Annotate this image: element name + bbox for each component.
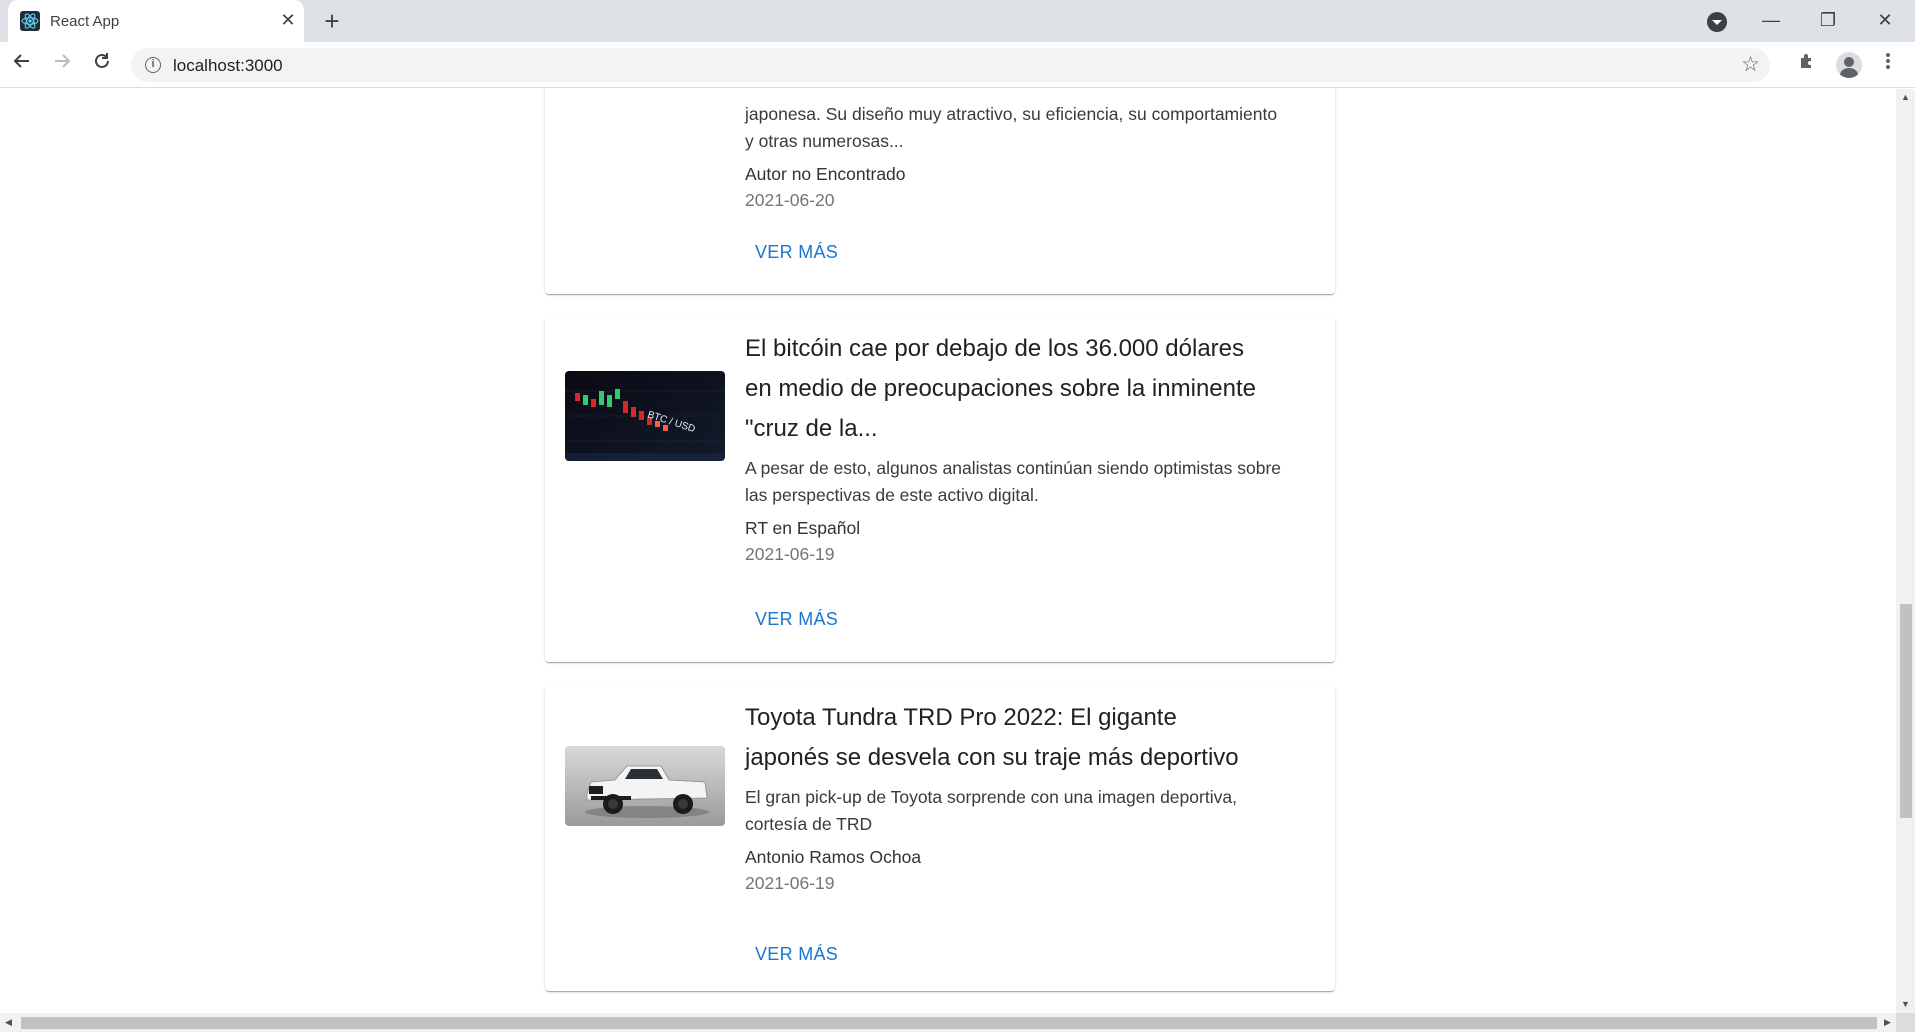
react-favicon-icon: [20, 11, 40, 31]
card-content: El bitcóin cae por debajo de los 36.000 …: [745, 329, 1315, 567]
ver-mas-button[interactable]: VER MÁS: [745, 236, 848, 269]
card-date: 2021-06-20: [745, 190, 835, 210]
scroll-left-icon[interactable]: ◀: [0, 1013, 17, 1032]
new-tab-button[interactable]: +: [318, 8, 346, 36]
card-author: Antonio Ramos Ochoa: [745, 847, 922, 867]
horizontal-scrollbar[interactable]: ◀ ▶: [0, 1013, 1896, 1032]
card-image[interactable]: BTC / USD: [565, 371, 725, 461]
star-icon[interactable]: ☆: [1741, 52, 1760, 77]
card-author: Autor no Encontrado: [745, 164, 906, 184]
card-description-line: las perspectivas de este activo digital.: [745, 485, 1039, 505]
card-title[interactable]: Toyota Tundra TRD Pro 2022: El gigante j…: [745, 698, 1315, 778]
tab-strip: React App ✕ + — ❐ ✕: [0, 0, 1915, 42]
close-window-button[interactable]: ✕: [1857, 0, 1913, 42]
horizontal-scroll-thumb[interactable]: [21, 1017, 1877, 1029]
news-card: Toyota Tundra TRD Pro 2022: El gigante j…: [545, 686, 1335, 991]
card-description-line: cortesía de TRD: [745, 814, 873, 834]
card-description-line: El gran pick-up de Toyota sorprende con …: [745, 787, 1237, 807]
extensions-icon[interactable]: [1793, 51, 1821, 79]
card-description-line: y otras numerosas...: [745, 131, 904, 151]
card-title-line: japonés se desvela con su traje más depo…: [745, 744, 1239, 771]
scrollbar-corner: [1896, 1013, 1915, 1032]
scroll-up-icon[interactable]: ▲: [1896, 89, 1915, 106]
tab-search-icon[interactable]: [1707, 12, 1727, 32]
card-title-line: El bitcóin cae por debajo de los 36.000 …: [745, 335, 1245, 362]
tab-react-app[interactable]: React App ✕: [8, 0, 304, 42]
card-description: A pesar de esto, algunos analistas conti…: [745, 455, 1315, 509]
minimize-button[interactable]: —: [1743, 0, 1799, 42]
card-description-line: A pesar de esto, algunos analistas conti…: [745, 458, 1282, 478]
avatar-icon[interactable]: [1836, 52, 1862, 78]
card-image[interactable]: [565, 746, 725, 826]
url-text[interactable]: localhost:3000: [173, 56, 283, 76]
ver-mas-button[interactable]: VER MÁS: [745, 603, 848, 636]
restore-button[interactable]: ❐: [1800, 0, 1856, 42]
card-title-line: Toyota Tundra TRD Pro 2022: El gigante: [745, 704, 1177, 731]
scroll-down-icon[interactable]: ▼: [1896, 996, 1915, 1013]
card-content: Toyota Tundra TRD Pro 2022: El gigante j…: [745, 698, 1315, 896]
back-icon[interactable]: [6, 49, 38, 81]
ver-mas-button[interactable]: VER MÁS: [745, 938, 848, 971]
menu-icon[interactable]: [1874, 51, 1902, 79]
browser-toolbar: i localhost:3000 ☆: [0, 42, 1915, 88]
card-description: japonesa. Su diseño muy atractivo, su ef…: [745, 101, 1315, 155]
news-card: BTC / USD El bitcóin cae por debajo de l…: [545, 317, 1335, 662]
tab-close-icon[interactable]: ✕: [276, 8, 300, 32]
card-title-line: "cruz de la...: [745, 415, 878, 442]
news-card: japonesa. Su diseño muy atractivo, su ef…: [545, 89, 1335, 294]
info-icon[interactable]: i: [145, 57, 161, 73]
card-date: 2021-06-19: [745, 873, 835, 893]
address-bar[interactable]: i localhost:3000 ☆: [131, 48, 1770, 82]
card-title-line: en medio de preocupaciones sobre la inmi…: [745, 375, 1256, 402]
card-content: japonesa. Su diseño muy atractivo, su ef…: [745, 101, 1315, 213]
vertical-scroll-thumb[interactable]: [1900, 604, 1912, 818]
card-description: El gran pick-up de Toyota sorprende con …: [745, 784, 1315, 838]
tab-title: React App: [50, 13, 120, 30]
card-date: 2021-06-19: [745, 544, 835, 564]
card-description-line: japonesa. Su diseño muy atractivo, su ef…: [745, 104, 1278, 124]
reload-icon[interactable]: [86, 49, 118, 81]
page-viewport: japonesa. Su diseño muy atractivo, su ef…: [0, 89, 1896, 1013]
scroll-right-icon[interactable]: ▶: [1879, 1013, 1896, 1032]
card-author: RT en Español: [745, 518, 861, 538]
vertical-scrollbar[interactable]: ▲ ▼: [1896, 89, 1915, 1013]
card-title[interactable]: El bitcóin cae por debajo de los 36.000 …: [745, 329, 1315, 449]
forward-icon[interactable]: [46, 49, 78, 81]
